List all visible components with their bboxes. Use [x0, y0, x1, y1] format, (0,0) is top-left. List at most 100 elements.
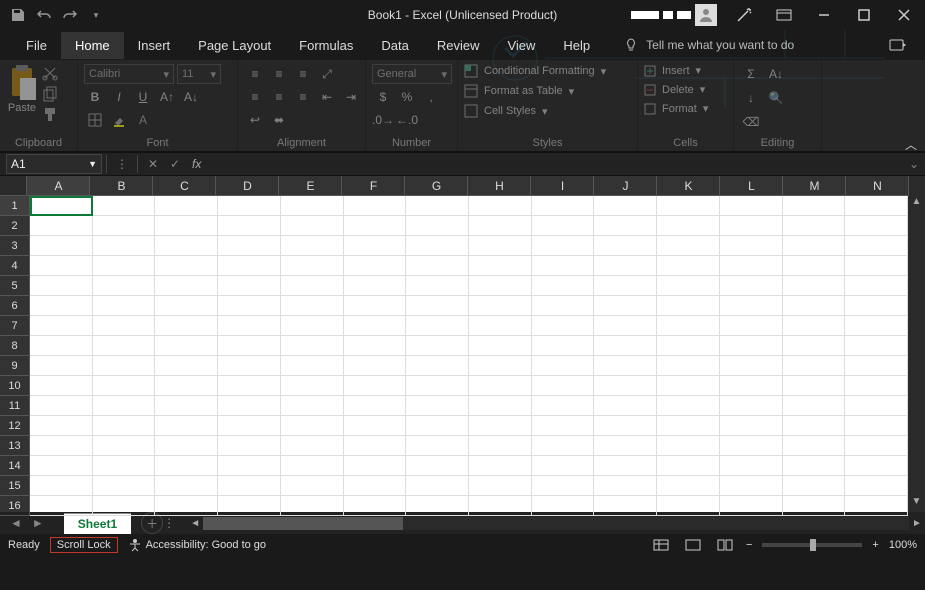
cell[interactable]: [783, 276, 846, 296]
horizontal-scrollbar[interactable]: ◄ ►: [187, 517, 925, 530]
cell[interactable]: [155, 456, 218, 476]
cell[interactable]: [532, 316, 595, 336]
cell[interactable]: [720, 336, 783, 356]
cell[interactable]: [344, 496, 407, 516]
column-header-B[interactable]: B: [90, 176, 153, 196]
italic-button[interactable]: I: [108, 87, 130, 107]
cell[interactable]: [845, 256, 908, 276]
cell[interactable]: [783, 216, 846, 236]
ribbon-display-icon[interactable]: [771, 2, 797, 28]
cell[interactable]: [218, 496, 281, 516]
cell[interactable]: [657, 256, 720, 276]
cell[interactable]: [218, 376, 281, 396]
insert-cells-button[interactable]: Insert▾: [644, 64, 701, 77]
row-header-15[interactable]: 15: [0, 476, 30, 496]
cell[interactable]: [30, 336, 93, 356]
cell[interactable]: [344, 336, 407, 356]
page-break-view-icon[interactable]: [714, 536, 736, 554]
cell[interactable]: [532, 196, 595, 216]
cell[interactable]: [657, 396, 720, 416]
cell[interactable]: [155, 336, 218, 356]
cell[interactable]: [406, 436, 469, 456]
cell[interactable]: [532, 376, 595, 396]
row-header-3[interactable]: 3: [0, 236, 30, 256]
column-header-G[interactable]: G: [405, 176, 468, 196]
cell[interactable]: [783, 476, 846, 496]
align-right-icon[interactable]: ≡: [292, 87, 314, 107]
close-button[interactable]: [891, 2, 917, 28]
cell[interactable]: [93, 276, 156, 296]
cell[interactable]: [406, 256, 469, 276]
cell[interactable]: [594, 276, 657, 296]
share-button[interactable]: [889, 37, 907, 53]
cell[interactable]: [30, 496, 93, 516]
cell[interactable]: [406, 216, 469, 236]
cell[interactable]: [155, 396, 218, 416]
percent-icon[interactable]: %: [396, 87, 418, 107]
cell[interactable]: [406, 336, 469, 356]
cell[interactable]: [218, 356, 281, 376]
cell[interactable]: [344, 256, 407, 276]
cell[interactable]: [344, 296, 407, 316]
cell[interactable]: [594, 296, 657, 316]
cell[interactable]: [783, 356, 846, 376]
increase-indent-icon[interactable]: ⇥: [340, 87, 362, 107]
cell[interactable]: [594, 236, 657, 256]
cell[interactable]: [720, 236, 783, 256]
cell[interactable]: [720, 216, 783, 236]
cancel-formula-icon[interactable]: ✕: [142, 157, 164, 171]
cell[interactable]: [845, 236, 908, 256]
sheet-nav-prev-icon[interactable]: ◄: [10, 516, 22, 530]
cell[interactable]: [281, 256, 344, 276]
cell[interactable]: [155, 496, 218, 516]
tab-insert[interactable]: Insert: [124, 32, 185, 59]
cell[interactable]: [93, 436, 156, 456]
cell[interactable]: [657, 496, 720, 516]
cell[interactable]: [532, 336, 595, 356]
align-middle-icon[interactable]: ≡: [268, 64, 290, 84]
underline-button[interactable]: U: [132, 87, 154, 107]
cell[interactable]: [281, 436, 344, 456]
cell[interactable]: [469, 476, 532, 496]
cell[interactable]: [720, 356, 783, 376]
cell[interactable]: [155, 356, 218, 376]
row-header-10[interactable]: 10: [0, 376, 30, 396]
column-header-I[interactable]: I: [531, 176, 594, 196]
cell[interactable]: [532, 496, 595, 516]
cell[interactable]: [406, 376, 469, 396]
cell[interactable]: [281, 336, 344, 356]
cell[interactable]: [344, 456, 407, 476]
cell[interactable]: [406, 196, 469, 216]
cell[interactable]: [532, 256, 595, 276]
scroll-right-icon[interactable]: ►: [909, 518, 925, 529]
autosum-icon[interactable]: Σ: [740, 64, 762, 84]
cell[interactable]: [594, 476, 657, 496]
format-as-table-button[interactable]: Format as Table▾: [464, 84, 574, 98]
cell[interactable]: [155, 196, 218, 216]
cell[interactable]: [155, 376, 218, 396]
cell[interactable]: [155, 216, 218, 236]
tab-formulas[interactable]: Formulas: [285, 32, 367, 59]
cell[interactable]: [344, 196, 407, 216]
cell[interactable]: [594, 256, 657, 276]
cell[interactable]: [93, 496, 156, 516]
column-header-E[interactable]: E: [279, 176, 342, 196]
cell[interactable]: [720, 456, 783, 476]
cell[interactable]: [406, 416, 469, 436]
cell[interactable]: [93, 456, 156, 476]
minimize-button[interactable]: [811, 2, 837, 28]
cell[interactable]: [218, 296, 281, 316]
sheet-nav-next-icon[interactable]: ►: [32, 516, 44, 530]
cell[interactable]: [30, 476, 93, 496]
cell[interactable]: [783, 196, 846, 216]
orientation-icon[interactable]: ⤢: [316, 64, 338, 84]
cell[interactable]: [594, 376, 657, 396]
cell[interactable]: [281, 396, 344, 416]
cell[interactable]: [532, 216, 595, 236]
cell[interactable]: [720, 476, 783, 496]
cell[interactable]: [281, 476, 344, 496]
collapse-ribbon-icon[interactable]: ︿: [905, 136, 917, 153]
cell[interactable]: [406, 396, 469, 416]
cell[interactable]: [155, 436, 218, 456]
cell[interactable]: [93, 356, 156, 376]
